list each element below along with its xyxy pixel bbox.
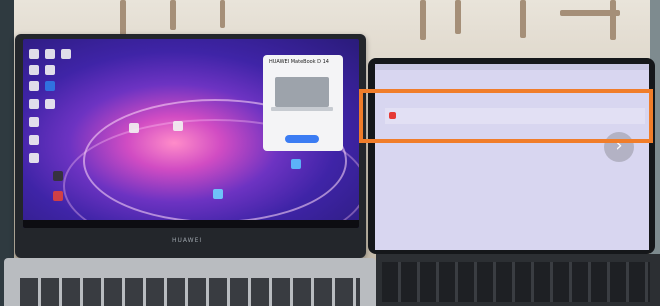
desktop-icon[interactable] (45, 99, 55, 109)
desktop-icon[interactable] (29, 153, 39, 163)
desktop-icon[interactable] (29, 117, 39, 127)
popup-title: HUAWEI MateBook D 14 (269, 59, 329, 65)
laptop-brand: HUAWEI (172, 237, 203, 244)
desktop-icon[interactable] (29, 135, 39, 145)
desktop-icon[interactable] (29, 99, 39, 109)
desktop-icon[interactable] (29, 65, 39, 75)
laptop-image (271, 77, 333, 111)
desktop-icon[interactable] (61, 49, 71, 59)
desktop-icon[interactable] (173, 121, 183, 131)
desktop-icon[interactable] (29, 81, 39, 91)
desktop-icon[interactable] (45, 49, 55, 59)
photo-scene: HUAWEI MateBook D 14 HUAWEI › (0, 0, 660, 306)
desktop-icon[interactable] (45, 65, 55, 75)
highlight-box (359, 89, 653, 143)
windows-taskbar (23, 220, 359, 228)
desktop-icon[interactable] (53, 191, 63, 201)
tablet-keys (382, 262, 650, 302)
laptop-keyboard (20, 278, 360, 306)
desktop-icon[interactable] (291, 159, 301, 169)
desktop-icon[interactable] (129, 123, 139, 133)
tablet-status-bar (375, 64, 649, 70)
device-popup: HUAWEI MateBook D 14 (263, 55, 343, 151)
laptop-screen: HUAWEI MateBook D 14 (23, 39, 359, 228)
connect-button[interactable] (285, 135, 319, 143)
desktop-icon[interactable] (53, 171, 63, 181)
desktop-icon[interactable] (213, 189, 223, 199)
desktop-icon[interactable] (29, 49, 39, 59)
desktop-icon[interactable] (45, 81, 55, 91)
